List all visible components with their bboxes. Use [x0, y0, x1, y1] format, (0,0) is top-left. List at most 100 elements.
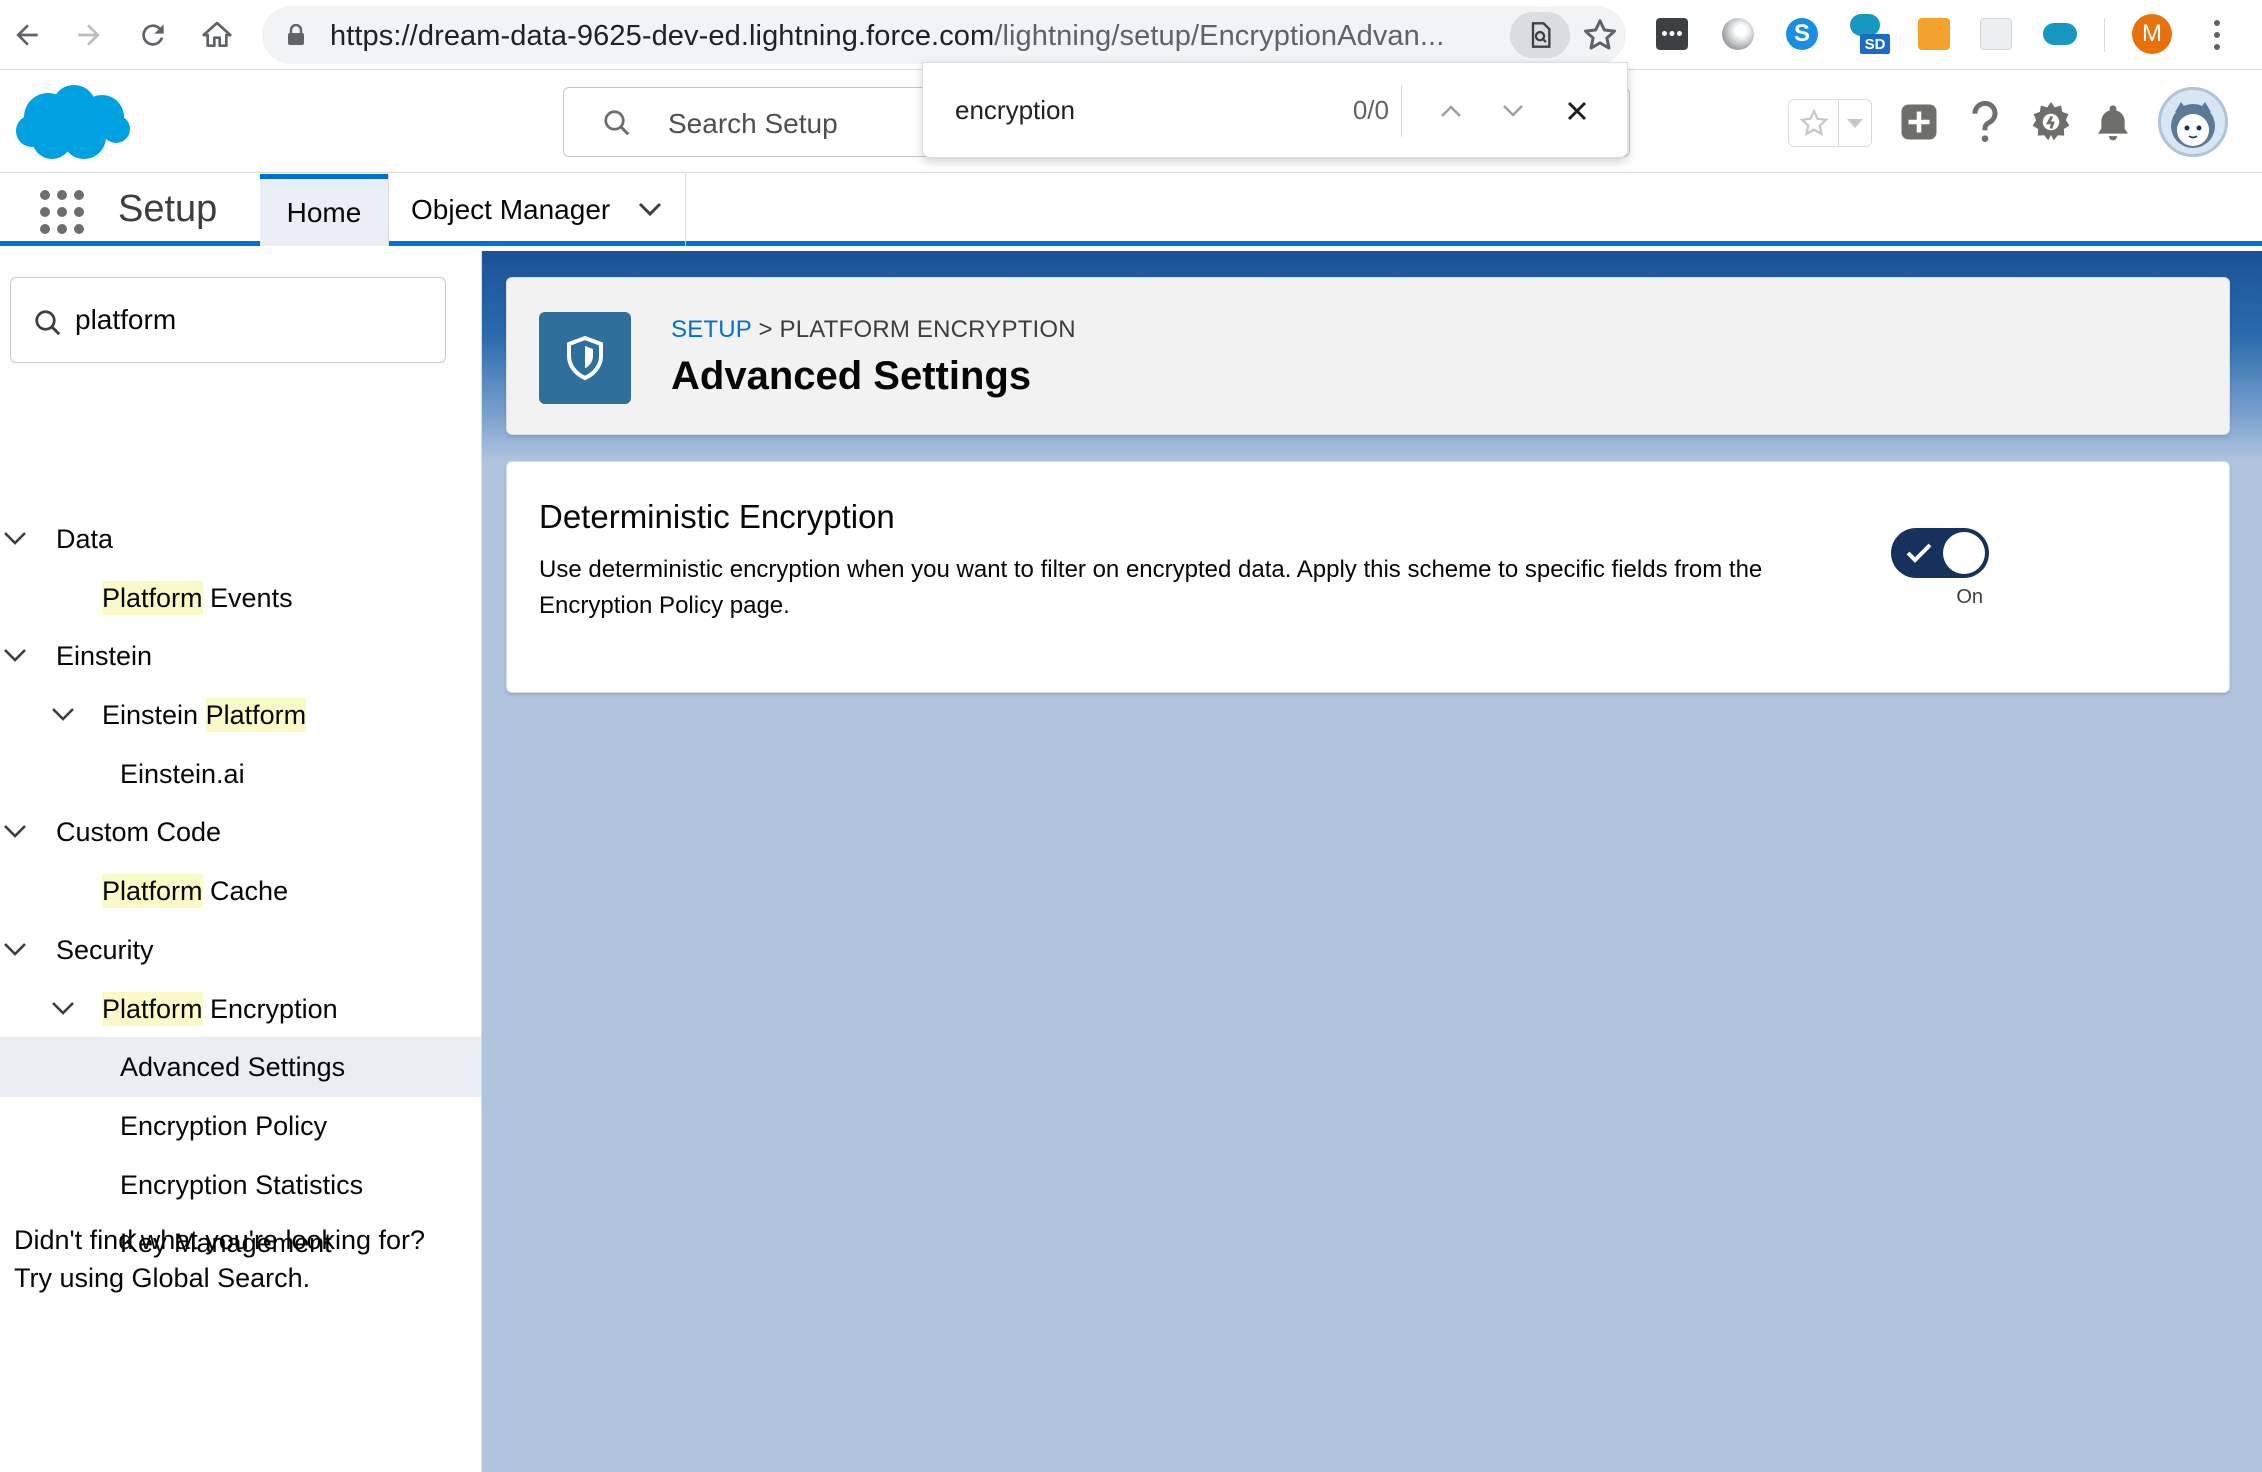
tree-label-suffix: Encryption Policy — [120, 1110, 328, 1141]
extension-3-icon[interactable]: S — [1782, 14, 1822, 54]
favorites-dropdown-icon[interactable] — [1839, 100, 1871, 146]
find-in-page-bar: encryption 0/0 — [922, 62, 1628, 158]
sidebar-tree-label: Platform Encryption — [102, 991, 338, 1026]
search-match-highlight: Platform — [102, 873, 203, 908]
tab-home[interactable]: Home — [260, 174, 388, 246]
chevron-down-icon[interactable] — [50, 999, 76, 1019]
user-avatar[interactable] — [2158, 87, 2228, 157]
sidebar-tree-label: Platform Cache — [102, 873, 288, 908]
help-text-line-1: Didn't find what you're looking for? — [14, 1225, 426, 1255]
tree-label-prefix: Einstein — [102, 699, 206, 730]
extension-5-icon[interactable] — [1914, 14, 1954, 54]
tree-label-suffix: Advanced Settings — [120, 1051, 346, 1082]
help-icon[interactable] — [1960, 97, 2010, 147]
reload-icon[interactable] — [132, 14, 174, 56]
search-icon — [35, 310, 61, 336]
sidebar-tree-item[interactable]: Einstein — [0, 626, 481, 686]
app-name: Setup — [118, 188, 218, 230]
main-content: SETUP > PLATFORM ENCRYPTION Advanced Set… — [482, 251, 2262, 1472]
deterministic-encryption-toggle[interactable] — [1891, 528, 1989, 578]
tree-label-suffix: Custom Code — [56, 816, 222, 847]
sidebar-tree-label: Encryption Statistics — [120, 1170, 363, 1201]
lock-icon — [288, 24, 304, 45]
search-placeholder: Search Setup — [668, 108, 838, 139]
sidebar-tree-item[interactable]: Security — [0, 920, 481, 980]
extension-salesforce-devtools-icon[interactable]: SD — [1850, 14, 1890, 54]
notifications-bell-icon[interactable] — [2088, 97, 2138, 147]
page-title: Advanced Settings — [671, 354, 1032, 398]
sidebar-tree-label: Data — [56, 524, 113, 555]
chevron-down-icon[interactable] — [637, 198, 663, 220]
sidebar-tree-item[interactable]: Data — [0, 509, 481, 569]
tree-label-suffix: Encryption Statistics — [120, 1169, 364, 1200]
breadcrumb-setup-link[interactable]: SETUP — [671, 316, 752, 343]
setting-description: Use deterministic encryption when you wa… — [539, 556, 1763, 619]
url-path: /lightning/setup/EncryptionAdvan... — [994, 20, 1445, 52]
sidebar-tree-label: Security — [56, 935, 154, 966]
help-text-line-2: Try using Global Search. — [14, 1263, 311, 1293]
sidebar-tree-item[interactable]: Encryption Policy — [0, 1096, 481, 1156]
salesforce-logo[interactable] — [12, 81, 132, 165]
url-host: https://dream-data-9625-dev-ed.lightning… — [330, 20, 995, 52]
favorites-button[interactable] — [1788, 99, 1872, 147]
app-navigation-bar: Setup Home Object Manager — [0, 174, 2262, 246]
chevron-down-icon[interactable] — [2, 822, 28, 842]
find-close-icon[interactable] — [1557, 91, 1597, 131]
quick-find-input[interactable]: platform — [10, 277, 446, 363]
search-icon — [604, 110, 630, 136]
find-divider — [1401, 85, 1402, 137]
tree-label-suffix: Encryption — [202, 993, 338, 1024]
deterministic-encryption-card: Deterministic Encryption Use determinist… — [506, 461, 2230, 693]
breadcrumb-current: PLATFORM ENCRYPTION — [779, 316, 1076, 343]
checkmark-icon — [1906, 543, 1932, 563]
sidebar-tree-item[interactable]: Platform Events — [0, 568, 481, 628]
favorite-star-icon[interactable] — [1789, 100, 1839, 146]
sidebar-tree-item[interactable]: Einstein Platform — [0, 685, 481, 745]
chevron-down-icon[interactable] — [50, 705, 76, 725]
extension-7-icon[interactable] — [2040, 14, 2080, 54]
sidebar-tree-item[interactable]: Custom Code — [0, 802, 481, 862]
tab-object-manager-label: Object Manager — [411, 194, 611, 225]
sidebar-tree-label: Custom Code — [56, 817, 221, 848]
browser-menu-icon[interactable] — [2204, 14, 2230, 56]
sidebar-tree-item[interactable]: Platform Encryption — [0, 979, 481, 1039]
forward-icon[interactable] — [68, 14, 110, 56]
sidebar-tree-label: Einstein — [56, 641, 152, 672]
encryption-shield-icon — [539, 312, 631, 404]
sidebar-tree-label: Einstein.ai — [120, 759, 245, 790]
global-actions-icon[interactable] — [1894, 97, 1944, 147]
sidebar-tree-item[interactable]: Platform Cache — [0, 861, 481, 921]
find-query-input[interactable]: encryption — [955, 95, 1075, 126]
tab-object-manager[interactable]: Object Manager — [388, 174, 686, 246]
chevron-down-icon[interactable] — [2, 529, 28, 549]
extension-1-icon[interactable] — [1652, 14, 1692, 54]
bookmark-star-icon[interactable] — [1582, 17, 1618, 53]
url-text: https://dream-data-9625-dev-ed.lightning… — [330, 20, 1520, 53]
profile-avatar[interactable]: M — [2132, 14, 2172, 54]
search-match-highlight: Platform — [102, 991, 203, 1026]
find-in-page-icon[interactable] — [1510, 12, 1570, 58]
toolbar-divider — [2104, 18, 2105, 52]
find-match-count: 0/0 — [1352, 95, 1389, 125]
find-next-chevron-down-icon[interactable] — [1493, 91, 1533, 131]
extension-2-icon[interactable] — [1718, 14, 1758, 54]
chevron-down-icon[interactable] — [2, 646, 28, 666]
sidebar-tree-label: Platform Events — [102, 580, 293, 615]
setup-gear-icon[interactable] — [2026, 97, 2076, 147]
chevron-down-icon[interactable] — [2, 940, 28, 960]
app-launcher-icon[interactable] — [40, 190, 84, 234]
toggle-knob — [1943, 532, 1985, 574]
back-icon[interactable] — [6, 14, 48, 56]
search-match-highlight: Platform — [205, 697, 307, 732]
sidebar-tree-item[interactable]: Encryption Statistics — [0, 1155, 481, 1215]
tree-label-suffix: Data — [56, 523, 114, 554]
sidebar-tree-item[interactable]: Einstein.ai — [0, 744, 481, 804]
home-icon[interactable] — [196, 14, 238, 56]
tree-label-suffix: Einstein.ai — [120, 758, 245, 789]
setting-title: Deterministic Encryption — [539, 498, 895, 535]
find-previous-chevron-up-icon[interactable] — [1431, 91, 1471, 131]
search-match-highlight: Platform — [102, 580, 203, 615]
extension-6-icon[interactable] — [1976, 14, 2016, 54]
sidebar-tree-item[interactable]: Advanced Settings — [0, 1037, 481, 1097]
address-bar[interactable]: https://dream-data-9625-dev-ed.lightning… — [262, 6, 1626, 64]
